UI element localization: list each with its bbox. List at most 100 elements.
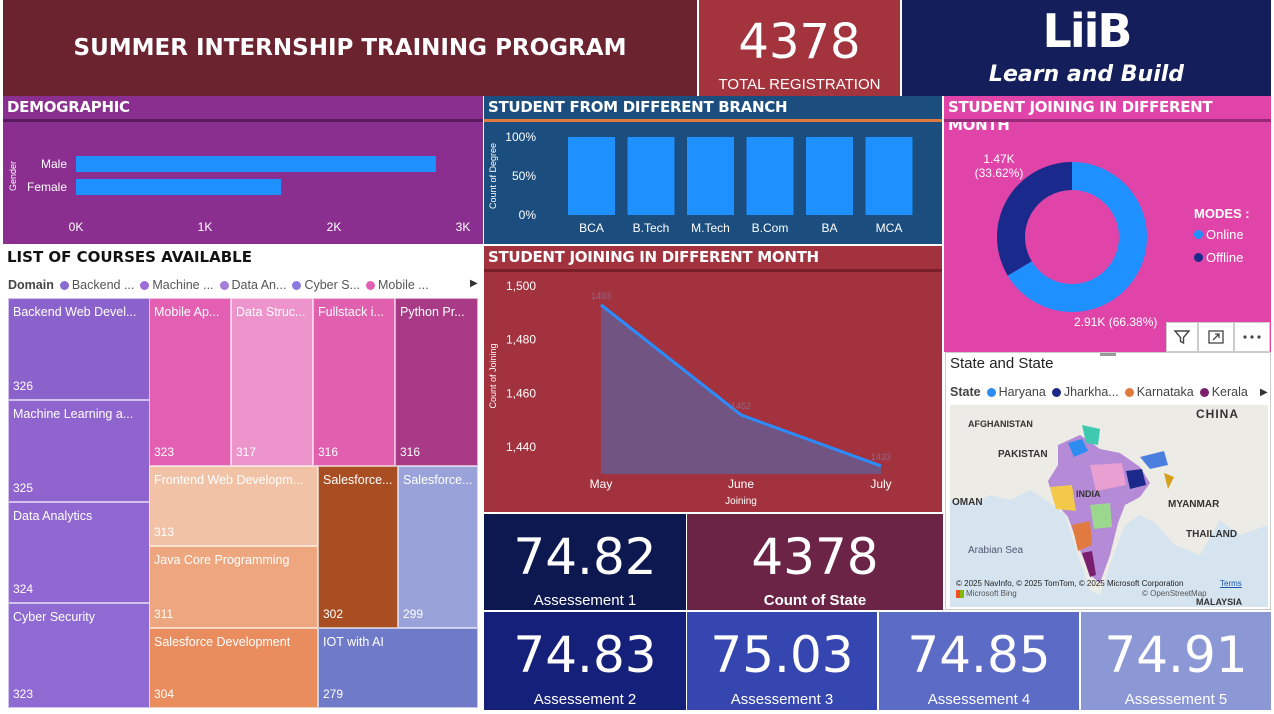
- tile-label: IOT with AI: [323, 635, 384, 649]
- total-registration-label: TOTAL REGISTRATION: [718, 76, 881, 93]
- more-options-button[interactable]: [1234, 322, 1270, 352]
- category-label: Male: [41, 157, 67, 171]
- treemap-tile[interactable]: Java Core Programming 311: [149, 546, 318, 628]
- resize-handle-top[interactable]: [1100, 353, 1116, 356]
- online-dot: [1194, 230, 1203, 239]
- place-arabian-sea: Arabian Sea: [968, 545, 1024, 556]
- bar-btech[interactable]: [627, 137, 675, 215]
- logo-text: Learn and Build: [988, 62, 1185, 87]
- legend-label: Machine ...: [152, 278, 214, 292]
- treemap-tile[interactable]: Salesforce... 299: [398, 466, 478, 628]
- treemap-tile[interactable]: Data Struc... 317: [231, 298, 313, 466]
- map-canvas[interactable]: CHINA AFGHANISTAN PAKISTAN INDIA OMAN MY…: [950, 405, 1268, 607]
- line-panel: STUDENT JOINING IN DIFFERENT MONTH 1,500…: [484, 246, 942, 512]
- tile-label: Python Pr...: [400, 305, 465, 319]
- assessment-2-value: 74.83: [513, 626, 657, 684]
- treemap-tile[interactable]: Cyber Security 323: [8, 603, 150, 708]
- treemap-tile[interactable]: Python Pr... 316: [395, 298, 478, 466]
- treemap-tile[interactable]: Salesforce Development 304: [149, 628, 318, 708]
- map-terms-link[interactable]: Terms: [1220, 579, 1242, 588]
- legend-item[interactable]: Data An...: [219, 278, 287, 292]
- legend-scroll-right-icon[interactable]: ▶: [470, 278, 478, 289]
- tile-value: 325: [13, 481, 34, 495]
- legend-label: Karnataka: [1136, 385, 1194, 399]
- map-legend-scroll-icon[interactable]: ▶: [1260, 387, 1268, 398]
- category-label: BCA: [579, 221, 604, 235]
- bar-bca[interactable]: [568, 137, 615, 215]
- bar-bcom[interactable]: [746, 137, 794, 215]
- treemap-tile[interactable]: Salesforce... 302: [318, 466, 398, 628]
- donut-offline-label: 1.47K (33.62%): [974, 152, 1024, 180]
- legend-dot: [1051, 387, 1061, 397]
- state-count-value: 4378: [751, 528, 879, 586]
- place-myanmar: MYANMAR: [1168, 499, 1220, 510]
- tile-value: 323: [13, 687, 34, 701]
- legend-item[interactable]: Mobile ...: [366, 278, 429, 292]
- tile-label: Frontend Web Developm...: [154, 473, 304, 487]
- legend-item[interactable]: Cyber S...: [292, 278, 360, 292]
- treemap-tile[interactable]: Data Analytics 324: [8, 502, 150, 603]
- treemap-tile[interactable]: Machine Learning a... 325: [8, 400, 150, 502]
- legend-online[interactable]: Online: [1194, 227, 1250, 242]
- tile-label: Backend Web Devel...: [13, 305, 137, 319]
- legend-dot: [1124, 387, 1134, 397]
- state-west: [1050, 485, 1076, 511]
- bar-ba[interactable]: [806, 137, 853, 215]
- y-tick-label: 1,440: [506, 440, 536, 454]
- tile-value: 304: [154, 687, 175, 701]
- legend-dot: [292, 280, 302, 290]
- place-afghanistan: AFGHANISTAN: [968, 419, 1033, 429]
- offline-dot: [1194, 253, 1203, 262]
- map-legend-items: Haryana Jharkha... Karnataka Kerala: [986, 385, 1254, 400]
- place-china: CHINA: [1196, 407, 1239, 421]
- tile-value: 316: [318, 445, 339, 459]
- data-label: 1433: [871, 452, 891, 462]
- legend-offline[interactable]: Offline: [1194, 250, 1250, 265]
- tile-value: 279: [323, 687, 344, 701]
- x-tick-label: 1K: [198, 220, 213, 234]
- osm-link[interactable]: © OpenStreetMap: [1142, 589, 1207, 598]
- legend-dot: [219, 280, 229, 290]
- bar-female[interactable]: [76, 179, 282, 195]
- courses-title: LIST OF COURSES AVAILABLE: [7, 248, 252, 266]
- courses-panel: LIST OF COURSES AVAILABLE Domain Backend…: [3, 246, 481, 708]
- area-fill: [601, 304, 881, 474]
- bar-mtech[interactable]: [687, 137, 734, 215]
- y-tick-label: 50%: [512, 169, 536, 183]
- assessment-4-value: 74.85: [907, 626, 1051, 684]
- data-label: 1452: [731, 401, 751, 411]
- legend-offline-label: Offline: [1206, 250, 1244, 265]
- legend-online-label: Online: [1206, 227, 1244, 242]
- demographic-chart: 0K 1K 2K 3K Gender Male Female: [8, 156, 470, 234]
- map-legend-item[interactable]: Jharkha...: [1051, 385, 1119, 399]
- map-legend-item[interactable]: Haryana: [986, 385, 1046, 399]
- map-title: State and State: [950, 355, 1054, 372]
- data-label: 1493: [591, 291, 611, 301]
- focus-mode-button[interactable]: [1198, 322, 1234, 352]
- assessment-5-label: Assessement 5: [1124, 691, 1228, 708]
- filter-button[interactable]: [1166, 322, 1198, 352]
- treemap-tile[interactable]: IOT with AI 279: [318, 628, 478, 708]
- map-legend: State Haryana Jharkha... Karnataka Kerala: [950, 385, 1254, 400]
- treemap-tile[interactable]: Mobile Ap... 323: [149, 298, 231, 466]
- map-svg: [950, 405, 1268, 595]
- treemap-tile[interactable]: Backend Web Devel... 326: [8, 298, 150, 400]
- assessment-4-label: Assessement 4: [927, 691, 1031, 708]
- map-legend-item[interactable]: Karnataka: [1124, 385, 1194, 399]
- legend-dot: [59, 280, 69, 290]
- place-malaysia: MALAYSIA: [1196, 597, 1243, 607]
- map-legend-item[interactable]: Kerala: [1199, 385, 1248, 399]
- treemap-tile[interactable]: Fullstack i... 316: [313, 298, 395, 466]
- bar-male[interactable]: [76, 156, 436, 172]
- treemap-tile[interactable]: Frontend Web Developm... 313: [149, 466, 318, 546]
- state-count-label: Count of State: [763, 592, 867, 609]
- legend-item[interactable]: Machine ...: [140, 278, 214, 292]
- legend-item[interactable]: Backend ...: [59, 278, 134, 292]
- bar-mca[interactable]: [865, 137, 913, 215]
- expand-icon: [1208, 330, 1224, 344]
- state-count-card: 4378 Count of State: [687, 514, 943, 610]
- tile-label: Data Struc...: [236, 305, 306, 319]
- legend-label: Data An...: [231, 278, 287, 292]
- x-tick-label: May: [590, 477, 613, 491]
- tile-value: 326: [13, 379, 34, 393]
